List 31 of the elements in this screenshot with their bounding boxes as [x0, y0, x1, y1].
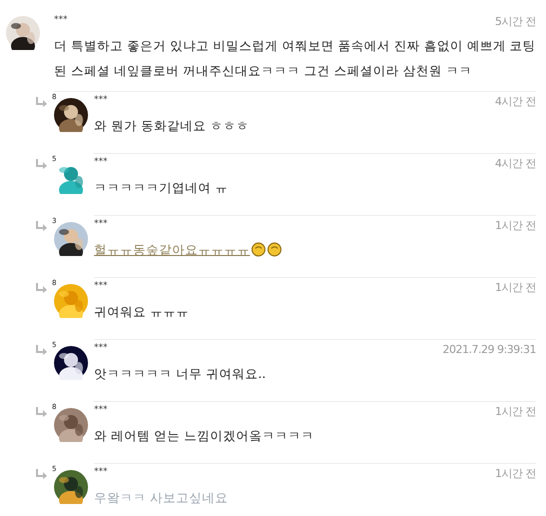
comment-text: 와 뭔가 동화같네요 ㅎㅎㅎ [94, 117, 249, 135]
reply-arrow-icon [36, 345, 48, 355]
comment-text: 우왘ㅋㅋ 사보고싶네요 [94, 489, 228, 507]
author-name: *** [94, 467, 108, 477]
comment-text: 와 레어템 얻는 느낌이겠어옼ㅋㅋㅋㅋ [94, 427, 314, 445]
timestamp: 2021.7.29 9:39:31 [442, 343, 536, 357]
timestamp: 1시간 전 [495, 219, 536, 233]
comment-text: 앗ㅋㅋㅋㅋㅋ 너무 귀여워요.. [94, 365, 266, 383]
comment-text: ㅋㅋㅋㅋㅋ기엽네여 ㅠ [94, 179, 228, 197]
reply-arrow-icon [36, 159, 48, 169]
author-name: *** [94, 95, 108, 105]
author-name: *** [94, 343, 108, 353]
reply-arrow-icon [36, 283, 48, 293]
comment-text: 귀여워요 ㅠㅠㅠ [94, 303, 189, 321]
reply-arrow-icon [36, 97, 48, 107]
comment-text: 더 특별하고 좋은거 있냐고 비밀스럽게 여쭤보면 품속에서 진짜 흠없이 예쁘게 코팅된 스페셜 네잎클로버 꺼내주신대요ㅋㅋㅋ 그건 스페셜이라 삼천원 ㅋㅋ [54, 37, 536, 80]
reply-arrow-icon [36, 221, 48, 231]
timestamp: 4시간 전 [495, 95, 536, 109]
comment-link[interactable]: 헐ㅠㅠ동숲같아요ㅠㅠㅠㅠ [94, 237, 250, 262]
author-name: *** [94, 219, 108, 229]
author-name: *** [54, 15, 68, 25]
reply-arrow-icon [36, 469, 48, 479]
timestamp: 1시간 전 [495, 281, 536, 295]
author-name: *** [94, 157, 108, 167]
timestamp: 5시간 전 [495, 15, 536, 29]
author-name: *** [94, 281, 108, 291]
author-name: *** [94, 405, 108, 415]
reply-arrow-icon [36, 407, 48, 417]
timestamp: 1시간 전 [495, 467, 536, 481]
timestamp: 4시간 전 [495, 157, 536, 171]
timestamp: 1시간 전 [495, 405, 536, 419]
